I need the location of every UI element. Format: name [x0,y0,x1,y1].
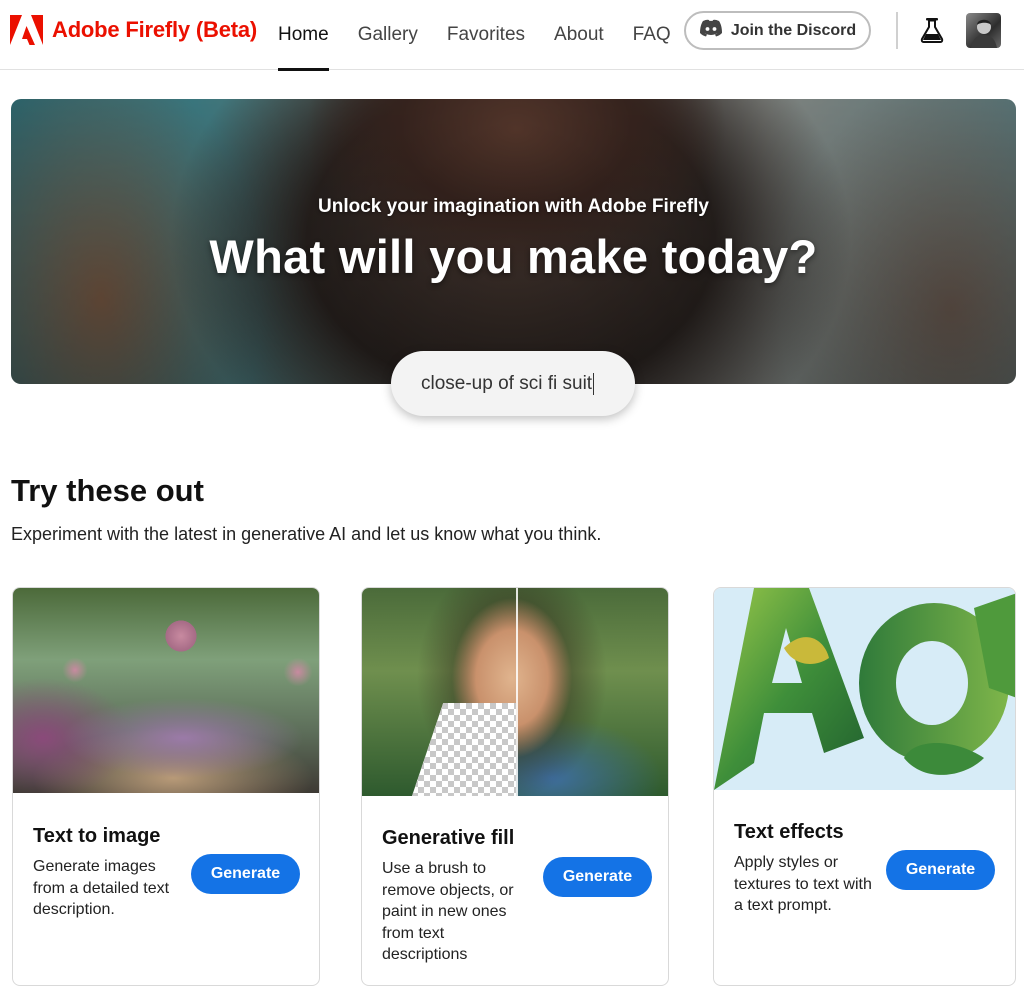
section-description: Experiment with the latest in generative… [11,524,602,544]
card-image-fantasy-garden [13,588,319,793]
discord-icon [699,19,723,42]
feature-card-generative-fill[interactable]: Generative fill Use a brush to remove ob… [361,587,669,986]
section-title: Try these out [11,473,204,508]
card-description: Apply styles or textures to text with a … [734,854,872,914]
nav-item-about[interactable]: About [554,0,604,70]
hero-subtitle: Unlock your imagination with Adobe Firef… [318,196,709,217]
card-image-portrait [362,588,668,796]
split-divider [516,588,518,796]
card-title: Text to image [33,825,161,847]
card-description: Generate images from a detailed text des… [33,858,170,918]
generate-button[interactable]: Generate [191,854,300,894]
nav-item-home[interactable]: Home [278,0,329,71]
brand-name: Adobe Firefly (Beta) [52,17,258,42]
nav-item-favorites[interactable]: Favorites [447,0,525,70]
leafy-letters-art [714,588,1015,790]
join-discord-button[interactable]: Join the Discord [684,11,871,50]
feature-card-text-effects[interactable]: Text effects Apply styles or textures to… [713,587,1016,986]
join-discord-label: Join the Discord [730,21,857,39]
brand[interactable]: Adobe Firefly (Beta) [10,15,257,45]
nav-item-gallery[interactable]: Gallery [358,0,418,70]
flask-icon[interactable] [920,17,944,48]
nav-item-faq[interactable]: FAQ [633,0,671,70]
card-image-leafy-letters [714,588,1015,790]
prompt-input[interactable]: close-up of sci fi suit [391,351,635,416]
prompt-text: close-up of sci fi suit [421,372,593,394]
top-nav-bar: Adobe Firefly (Beta) Home Gallery Favori… [0,0,1024,71]
generate-button[interactable]: Generate [543,857,652,897]
card-title: Text effects [734,821,844,843]
generate-button[interactable]: Generate [886,850,995,890]
card-description: Use a brush to remove objects, or paint … [382,860,514,963]
card-title: Generative fill [382,827,515,849]
main-nav: Home Gallery Favorites About FAQ [278,0,700,71]
text-caret [593,372,595,395]
avatar[interactable] [966,13,1001,48]
hero-title: What will you make today? [209,230,818,283]
hero-banner: Unlock your imagination with Adobe Firef… [11,99,1016,384]
header-divider [896,12,898,49]
transparency-checkerboard [412,703,516,796]
adobe-logo-icon [10,15,43,45]
feature-card-text-to-image[interactable]: Text to image Generate images from a det… [12,587,320,986]
